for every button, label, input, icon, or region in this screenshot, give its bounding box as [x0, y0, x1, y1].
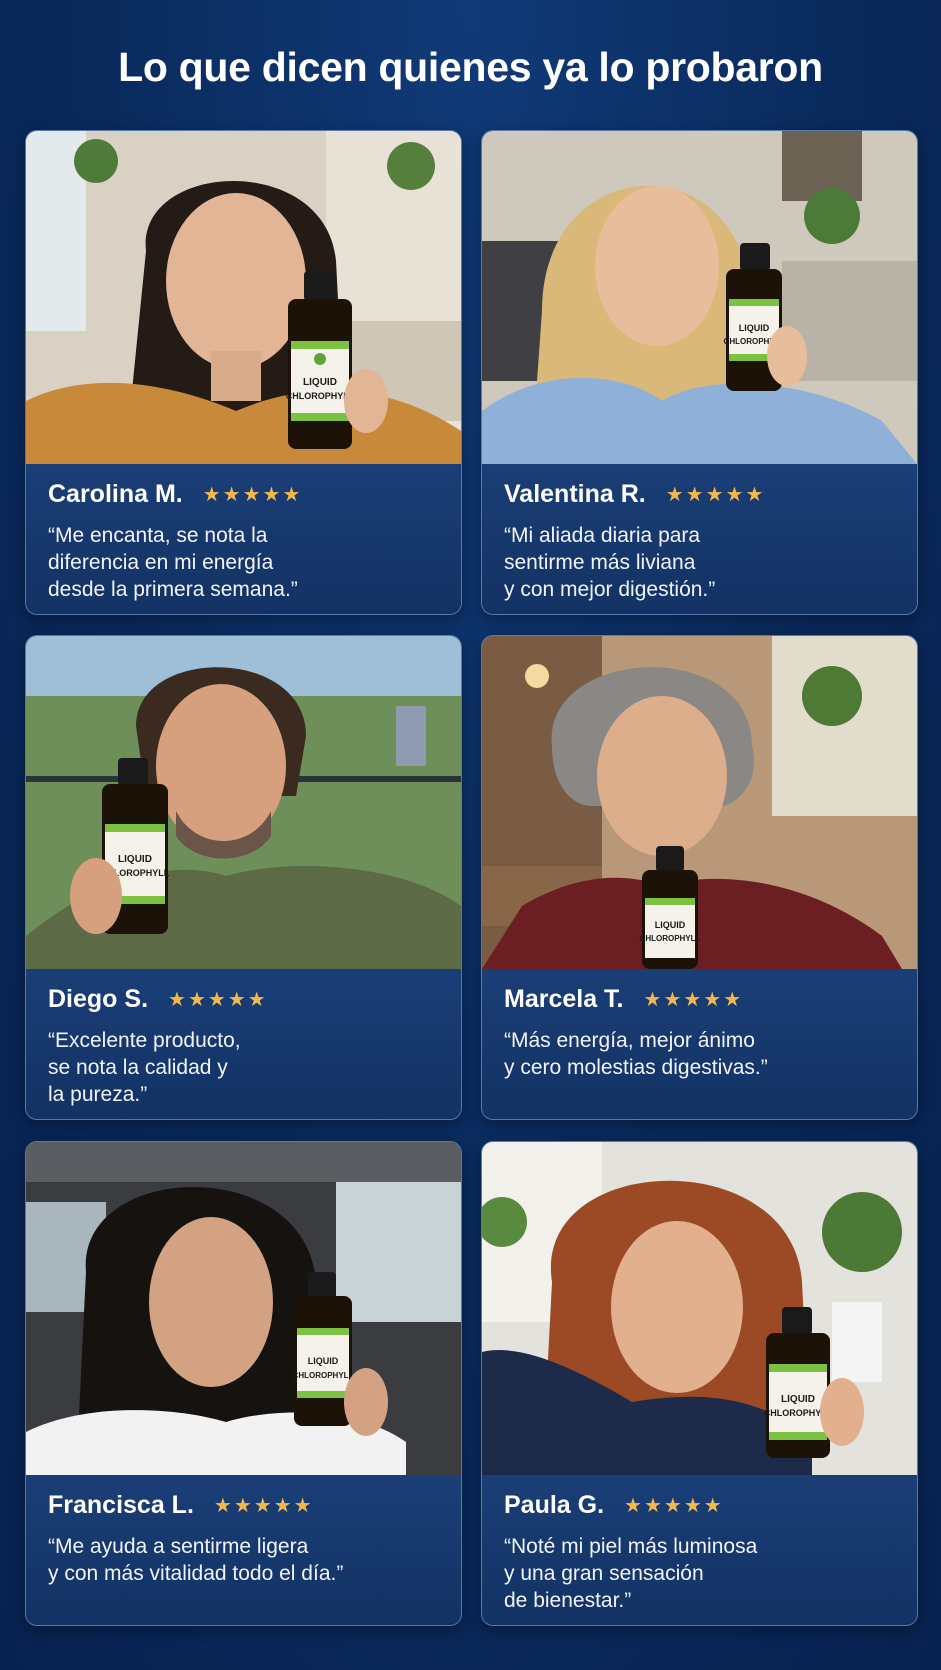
- testimonial-card-diego: LIQUID CHLOROPHYLL Diego S. ★★★★★ “Excel…: [25, 635, 462, 1120]
- customer-photo: LIQUID CHLOROPHYLL: [482, 636, 917, 969]
- testimonial-info: Paula G. ★★★★★ “Noté mi piel más luminos…: [482, 1475, 917, 1625]
- bottle-label-line1: LIQUID: [655, 920, 686, 930]
- testimonial-quote: “Más energía, mejor ánimo y cero molesti…: [504, 1029, 768, 1079]
- testimonial-info: Diego S. ★★★★★ “Excelente producto, se n…: [26, 969, 461, 1119]
- testimonial-card-marcela: LIQUID CHLOROPHYLL Marcela T. ★★★★★ “Más…: [481, 635, 918, 1120]
- star-rating-icon: ★★★★★: [168, 989, 268, 1011]
- bottle-label-line1: LIQUID: [308, 1356, 339, 1366]
- page-title: Lo que dicen quienes ya lo probaron: [118, 44, 823, 90]
- star-rating-icon: ★★★★★: [624, 1495, 724, 1517]
- testimonial-card-carolina: LIQUID CHLOROPHYLL Carolina M. ★★★★★ “Me…: [25, 130, 462, 615]
- customer-name: Carolina M.: [48, 480, 183, 508]
- testimonial-info: Marcela T. ★★★★★ “Más energía, mejor áni…: [482, 969, 917, 1119]
- testimonial-quote: “Mi aliada diaria para sentirme más livi…: [504, 524, 716, 601]
- customer-name: Valentina R.: [504, 480, 646, 508]
- testimonial-quote: “Noté mi piel más luminosa y una gran se…: [504, 1535, 758, 1612]
- customer-photo: LIQUID CHLOROPHYLL: [482, 131, 917, 464]
- testimonial-info: Carolina M. ★★★★★ “Me encanta, se nota l…: [26, 464, 461, 614]
- bottle-label-line1: LIQUID: [781, 1394, 815, 1405]
- testimonial-quote: “Me encanta, se nota la diferencia en mi…: [48, 524, 298, 601]
- customer-name: Diego S.: [48, 985, 149, 1013]
- bottle-label-line1: LIQUID: [118, 854, 152, 865]
- testimonial-card-valentina: LIQUID CHLOROPHYLL Valentina R. ★★★★★ “M…: [481, 130, 918, 615]
- customer-photo: LIQUID CHLOROPHYLL: [26, 131, 461, 464]
- customer-name: Paula G.: [504, 1491, 605, 1519]
- bottle-label-line1: LIQUID: [739, 323, 770, 333]
- customer-photo: LIQUID CHLOROPHYLL: [26, 1142, 461, 1475]
- bottle-label-line2: CHLOROPHYLL: [293, 1371, 354, 1380]
- testimonial-quote: “Excelente producto, se nota la calidad …: [48, 1029, 241, 1106]
- testimonial-info: Francisca L. ★★★★★ “Me ayuda a sentirme …: [26, 1475, 461, 1625]
- testimonial-quote: “Me ayuda a sentirme ligera y con más vi…: [48, 1535, 344, 1585]
- testimonial-card-paula: LIQUID CHLOROPHYLL Paula G. ★★★★★ “Noté …: [481, 1141, 918, 1626]
- star-rating-icon: ★★★★★: [643, 989, 744, 1011]
- testimonial-card-francisca: LIQUID CHLOROPHYLL Francisca L. ★★★★★ “M…: [25, 1141, 462, 1626]
- testimonial-info: Valentina R. ★★★★★ “Mi aliada diaria par…: [482, 464, 917, 614]
- star-rating-icon: ★★★★★: [665, 484, 766, 506]
- bottle-label-line1: LIQUID: [303, 377, 337, 388]
- bottle-label-line2: CHLOROPHYLL: [640, 934, 701, 943]
- star-rating-icon: ★★★★★: [213, 1495, 314, 1517]
- customer-name: Marcela T.: [504, 985, 624, 1013]
- star-rating-icon: ★★★★★: [202, 484, 303, 506]
- customer-photo: LIQUID CHLOROPHYLL: [482, 1142, 917, 1475]
- customer-name: Francisca L.: [48, 1491, 194, 1519]
- customer-photo: LIQUID CHLOROPHYLL: [26, 636, 461, 969]
